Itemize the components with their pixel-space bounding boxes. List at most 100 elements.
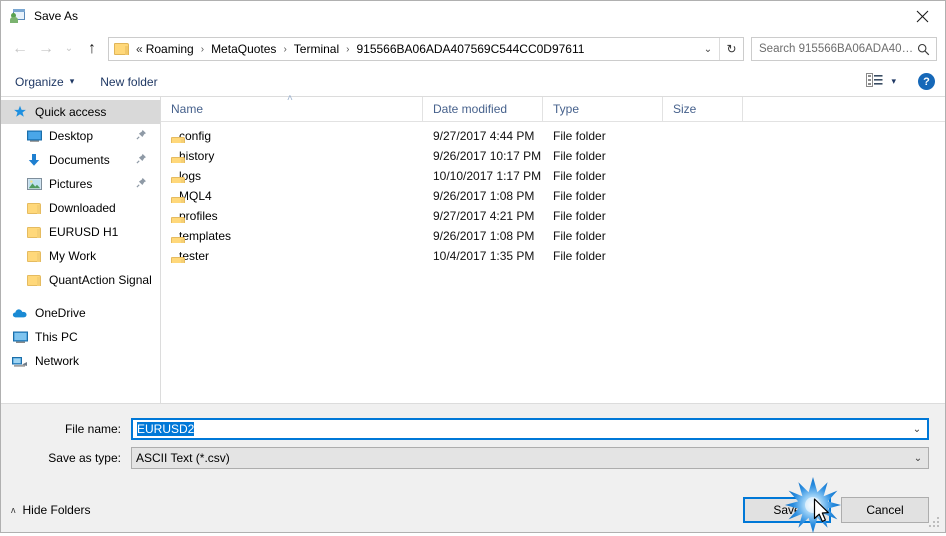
navigation-bar: ← → ⌄ ↑ « Roaming › MetaQuotes › Termina… (1, 31, 945, 67)
folder-icon (114, 42, 130, 56)
breadcrumb-item-metaquotes[interactable]: MetaQuotes (209, 42, 278, 56)
file-date-cell: 9/27/2017 4:44 PM (433, 129, 535, 143)
column-header-size[interactable]: Size (663, 96, 743, 122)
file-type-cell: File folder (553, 189, 606, 203)
sidebar-item-eurusd-h1[interactable]: EURUSD H1 (1, 220, 160, 244)
sidebar-item-quantaction-signal[interactable]: QuantAction Signal (1, 268, 160, 292)
breadcrumb-separator: › (200, 43, 205, 55)
up-button[interactable]: ↑ (79, 36, 105, 62)
chevron-down-icon[interactable]: ⌄ (697, 44, 719, 55)
column-header-date-modified[interactable]: Date modified (423, 96, 543, 122)
cloud-icon (11, 305, 29, 321)
folder-icon (25, 200, 43, 216)
hide-folders-button[interactable]: ʌ Hide Folders (11, 503, 91, 517)
close-icon[interactable] (899, 1, 945, 31)
sidebar-item-this-pc[interactable]: This PC (1, 325, 160, 349)
save-form: File name: EURUSD2 ⌄ Save as type: ASCII… (1, 403, 945, 486)
chevron-down-icon[interactable]: ⌄ (908, 453, 928, 464)
file-type-cell: File folder (553, 229, 606, 243)
breadcrumb-overflow[interactable]: « (134, 42, 144, 56)
sidebar-item-network[interactable]: Network (1, 349, 160, 373)
column-header-row: ˄ Name Date modified Type Size (161, 93, 945, 122)
change-view-button[interactable]: ▾ (866, 73, 896, 90)
breadcrumb-separator: › (346, 43, 350, 55)
column-header-name[interactable]: ˄ Name (161, 93, 423, 122)
folder-icon (25, 248, 43, 264)
organize-button[interactable]: Organize ▾ (15, 75, 74, 89)
file-name-cell: templates (161, 229, 423, 243)
navigation-pane: Quick access Desktop Documents Pictures … (1, 97, 161, 403)
table-row[interactable]: templates 9/26/2017 1:08 PM File folder (161, 226, 945, 246)
pin-icon[interactable] (136, 177, 147, 191)
button-bar: ʌ Hide Folders Save Cancel (1, 486, 945, 532)
dialog-body: Quick access Desktop Documents Pictures … (1, 93, 945, 403)
file-name-label: templates (179, 229, 232, 243)
chevron-down-icon[interactable]: ⌄ (907, 424, 927, 435)
table-row[interactable]: MQL4 9/26/2017 1:08 PM File folder (161, 186, 945, 206)
column-header-type[interactable]: Type (543, 96, 663, 122)
sidebar-item-label: Network (35, 354, 80, 368)
sidebar-item-pictures[interactable]: Pictures (1, 172, 160, 196)
file-name-cell: profiles (161, 209, 423, 223)
chevron-down-icon: ▾ (891, 76, 896, 86)
column-header-label: Date modified (433, 102, 508, 116)
sidebar-item-label: Desktop (49, 129, 94, 143)
picture-icon (25, 176, 43, 192)
breadcrumb-item-guid[interactable]: 915566BA06ADA407569C544CC0D97611 (354, 42, 586, 56)
cancel-button[interactable]: Cancel (841, 496, 929, 523)
sidebar-item-label: Quick access (35, 105, 107, 119)
column-header-label: Size (673, 102, 697, 116)
table-row[interactable]: config 9/27/2017 4:44 PM File folder (161, 126, 945, 146)
save-as-type-label: Save as type: (48, 451, 121, 465)
resize-grip[interactable] (928, 516, 941, 529)
search-input[interactable]: Search 915566BA06ADA40756... (751, 37, 937, 61)
file-name-value: EURUSD2 (133, 422, 907, 436)
table-row[interactable]: logs 10/10/2017 1:17 PM File folder (161, 166, 945, 186)
table-row[interactable]: history 9/26/2017 10:17 PM File folder (161, 146, 945, 166)
recent-locations-button[interactable]: ⌄ (59, 36, 79, 62)
sidebar-item-documents[interactable]: Documents (1, 148, 160, 172)
save-as-type-select[interactable]: ASCII Text (*.csv) ⌄ (131, 447, 929, 469)
command-toolbar: Organize ▾ New folder ▾ ? (1, 67, 945, 97)
save-button[interactable]: Save (743, 496, 831, 523)
star-icon (11, 104, 29, 120)
breadcrumb-item-terminal[interactable]: Terminal (292, 42, 341, 56)
back-button[interactable]: ← (7, 36, 33, 62)
network-icon (11, 353, 29, 369)
title-bar: Save As (1, 1, 945, 31)
pin-icon[interactable] (136, 129, 147, 143)
file-name-label: File name: (64, 422, 121, 436)
file-type-cell: File folder (553, 209, 606, 223)
view-layout-icon (866, 73, 883, 90)
breadcrumb-item-roaming[interactable]: Roaming (144, 42, 196, 56)
sidebar-item-desktop[interactable]: Desktop (1, 124, 160, 148)
pin-icon[interactable] (136, 153, 147, 167)
table-row[interactable]: tester 10/4/2017 1:35 PM File folder (161, 246, 945, 266)
selected-text: EURUSD2 (137, 422, 195, 436)
column-header-label: Type (553, 102, 580, 116)
table-row[interactable]: profiles 9/27/2017 4:21 PM File folder (161, 206, 945, 226)
window-title: Save As (34, 9, 79, 23)
sidebar-item-label: Pictures (49, 177, 93, 191)
new-folder-label: New folder (100, 74, 158, 89)
refresh-icon[interactable]: ↻ (719, 38, 743, 60)
sidebar-item-my-work[interactable]: My Work (1, 244, 160, 268)
new-folder-button[interactable]: New folder (100, 75, 157, 89)
file-type-cell: File folder (553, 149, 606, 163)
breadcrumb: « Roaming › MetaQuotes › Terminal › 9155… (134, 42, 697, 56)
address-bar[interactable]: « Roaming › MetaQuotes › Terminal › 9155… (108, 37, 744, 61)
sidebar-item-quick-access[interactable]: Quick access (1, 100, 160, 124)
file-date-cell: 9/26/2017 1:08 PM (433, 229, 535, 243)
folder-icon (25, 272, 43, 288)
file-name-cell: config (161, 129, 423, 143)
help-button[interactable]: ? (918, 73, 935, 90)
forward-button[interactable]: → (33, 36, 59, 62)
file-list-pane: ˄ Name Date modified Type Size config 9/… (161, 93, 945, 403)
organize-label: Organize (15, 74, 64, 89)
file-name-input[interactable]: EURUSD2 ⌄ (131, 418, 929, 440)
file-name-cell: history (161, 149, 423, 163)
file-name-row: File name: EURUSD2 ⌄ (17, 418, 929, 440)
download-arrow-icon (25, 152, 43, 168)
sidebar-item-onedrive[interactable]: OneDrive (1, 301, 160, 325)
sidebar-item-downloaded[interactable]: Downloaded (1, 196, 160, 220)
